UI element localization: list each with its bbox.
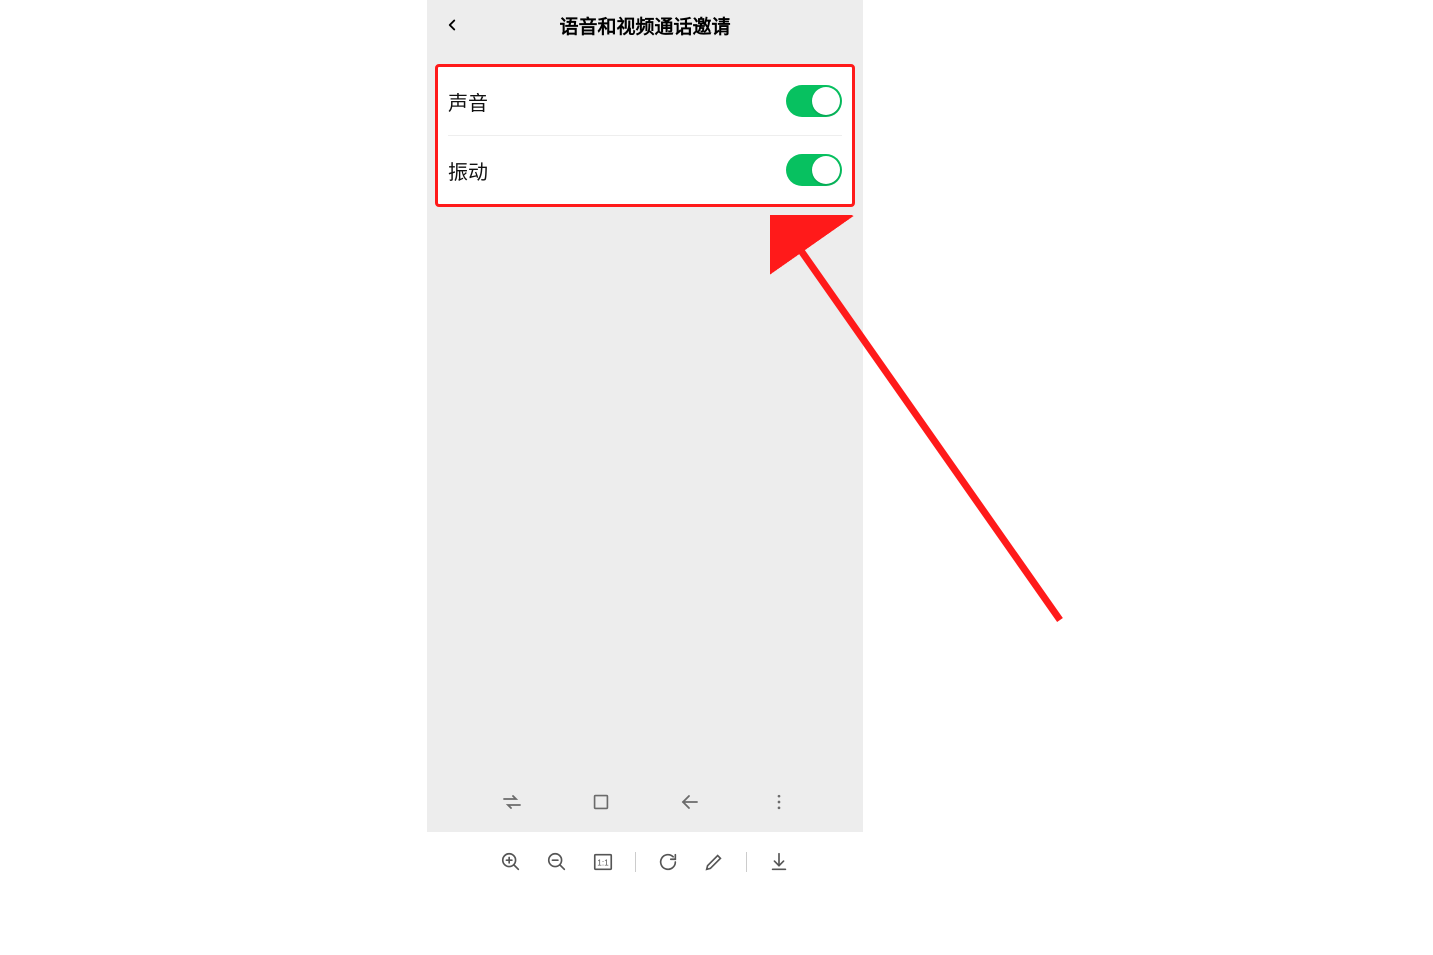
page-title: 语音和视频通话邀请: [559, 12, 730, 39]
toggle-knob: [812, 87, 840, 115]
toggle-sound[interactable]: [786, 85, 842, 117]
phone-frame: 语音和视频通话邀请 声音 振动: [427, 0, 863, 832]
svg-text:1:1: 1:1: [597, 859, 609, 868]
rotate-button[interactable]: [654, 848, 682, 876]
android-nav-bar: [427, 772, 863, 832]
zoom-out-button[interactable]: [543, 848, 571, 876]
highlighted-panel: 声音 振动: [435, 64, 855, 207]
toolbar-separator: [746, 852, 747, 872]
titlebar: 语音和视频通话邀请: [427, 0, 863, 50]
nav-recent-button[interactable]: [587, 788, 615, 816]
nav-more-button[interactable]: [765, 788, 793, 816]
download-button[interactable]: [765, 848, 793, 876]
nav-swap-button[interactable]: [498, 788, 526, 816]
back-button[interactable]: [441, 14, 463, 36]
toolbar-separator: [635, 852, 636, 872]
nav-back-button[interactable]: [676, 788, 704, 816]
setting-label-sound: 声音: [448, 87, 488, 116]
more-vertical-icon: [769, 792, 789, 812]
zoom-in-icon: [500, 851, 522, 873]
actual-size-button[interactable]: 1:1: [589, 848, 617, 876]
pencil-icon: [703, 851, 725, 873]
zoom-in-button[interactable]: [497, 848, 525, 876]
setting-row-vibrate: 振动: [448, 135, 842, 204]
edit-button[interactable]: [700, 848, 728, 876]
setting-row-sound: 声音: [448, 67, 842, 135]
viewer-toolbar: 1:1: [427, 832, 863, 892]
content-area: 声音 振动: [427, 50, 863, 207]
toggle-vibrate[interactable]: [786, 154, 842, 186]
square-icon: [590, 791, 612, 813]
actual-size-icon: 1:1: [592, 851, 614, 873]
setting-label-vibrate: 振动: [448, 156, 488, 185]
swap-icon: [500, 790, 524, 814]
arrow-left-icon: [678, 790, 702, 814]
zoom-out-icon: [546, 851, 568, 873]
toggle-knob: [812, 156, 840, 184]
download-icon: [768, 851, 790, 873]
rotate-icon: [657, 851, 679, 873]
chevron-left-icon: [443, 16, 461, 34]
